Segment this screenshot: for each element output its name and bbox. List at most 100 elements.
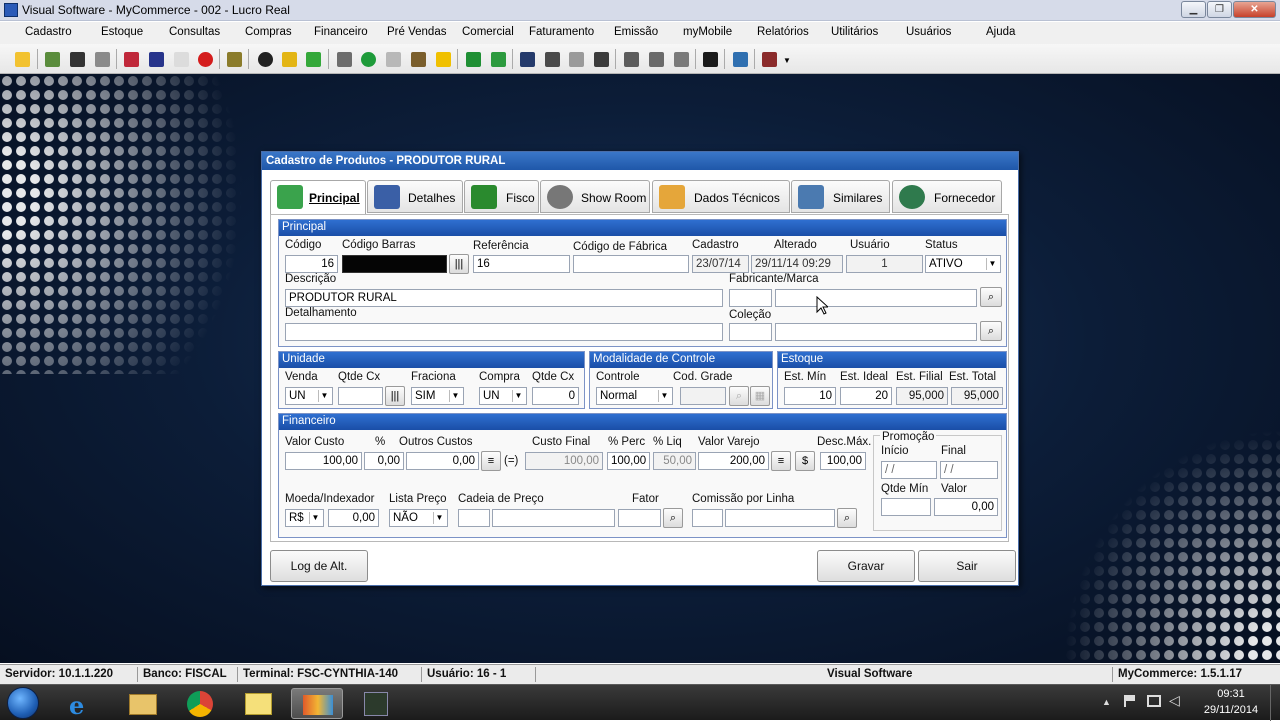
- indexador-field[interactable]: 0,00: [328, 509, 379, 527]
- controle-select[interactable]: Normal ▼: [596, 387, 673, 405]
- status-select[interactable]: ATIVO ▼: [925, 255, 1001, 273]
- network-icon[interactable]: [1147, 695, 1161, 707]
- final-field[interactable]: / /: [940, 461, 998, 479]
- binoculars-icon[interactable]: ⌕: [980, 321, 1002, 341]
- volume-icon[interactable]: ◁: [1169, 692, 1180, 709]
- flag-icon[interactable]: [436, 52, 451, 67]
- menu-faturamento[interactable]: Faturamento: [529, 26, 594, 38]
- show-desktop-button[interactable]: [1270, 685, 1280, 721]
- lightning-icon[interactable]: [282, 52, 297, 67]
- fabricante-name-field[interactable]: [775, 289, 977, 307]
- tab-show-room[interactable]: Show Room: [540, 180, 650, 213]
- barcode-icon[interactable]: |||: [449, 254, 469, 274]
- dollar-button[interactable]: $: [795, 451, 815, 471]
- add-icon[interactable]: [466, 52, 481, 67]
- inicio-field[interactable]: / /: [881, 461, 937, 479]
- report-icon[interactable]: [703, 52, 718, 67]
- stop-icon[interactable]: [198, 52, 213, 67]
- colecao-name-field[interactable]: [775, 323, 977, 341]
- refresh-icon[interactable]: [594, 52, 609, 67]
- detalhamento-field[interactable]: [285, 323, 723, 341]
- printer-icon[interactable]: [649, 52, 664, 67]
- pct-perc-field[interactable]: 100,00: [607, 452, 650, 470]
- menu-emissao[interactable]: Emissão: [614, 26, 658, 38]
- menu-ajuda[interactable]: Ajuda: [986, 26, 1015, 38]
- tag-icon[interactable]: [124, 52, 139, 67]
- est-min-field[interactable]: 10: [784, 387, 836, 405]
- menu-estoque[interactable]: Estoque: [101, 26, 143, 38]
- taskbar-app-recorder[interactable]: [350, 688, 402, 719]
- venda-select[interactable]: UN ▼: [285, 387, 333, 405]
- barcode-icon[interactable]: |||: [385, 386, 405, 406]
- taskbar-app-internet-explorer[interactable]: e: [58, 688, 110, 720]
- tab-principal[interactable]: Principal: [270, 180, 366, 215]
- referencia-field[interactable]: 16: [473, 255, 570, 273]
- qtde-min-field[interactable]: [881, 498, 931, 516]
- colecao-code-field[interactable]: [729, 323, 772, 341]
- menu-pre-vendas[interactable]: Pré Vendas: [387, 26, 446, 38]
- codigo-fabrica-field[interactable]: [573, 255, 689, 273]
- close-button[interactable]: ✕: [1233, 1, 1276, 18]
- menu-cadastro[interactable]: Cadastro: [25, 26, 72, 38]
- menu-comercial[interactable]: Comercial: [462, 26, 514, 38]
- dropdown-arrow-icon[interactable]: ▼: [783, 56, 791, 65]
- moeda-select[interactable]: R$ ▼: [285, 509, 324, 527]
- comissao-code-field[interactable]: [692, 509, 723, 527]
- folder-icon[interactable]: [15, 52, 30, 67]
- tools-icon[interactable]: [762, 52, 777, 67]
- clock-date[interactable]: 29/11/2014: [1199, 704, 1263, 716]
- action-center-icon[interactable]: [1124, 695, 1135, 707]
- tab-similares[interactable]: Similares: [791, 180, 890, 213]
- tab-dados-tecnicos[interactable]: Dados Técnicos: [652, 180, 790, 213]
- money-icon[interactable]: ≡: [481, 451, 501, 471]
- settings-icon[interactable]: [258, 52, 273, 67]
- handshake-icon[interactable]: [520, 52, 535, 67]
- grid-icon[interactable]: ▦: [750, 386, 770, 406]
- taskbar-app-explorer[interactable]: [117, 688, 169, 719]
- maximize-button[interactable]: ❐: [1207, 1, 1232, 18]
- est-ideal-field[interactable]: 20: [840, 387, 892, 405]
- menu-compras[interactable]: Compras: [245, 26, 292, 38]
- cadeia-preco-name-field[interactable]: [492, 509, 615, 527]
- menu-relatorios[interactable]: Relatórios: [757, 26, 809, 38]
- codigo-barras-field[interactable]: [342, 255, 447, 273]
- document-icon[interactable]: [174, 52, 189, 67]
- binoculars-icon[interactable]: ⌕: [663, 508, 683, 528]
- lista-preco-select[interactable]: NÃO ▼: [389, 509, 448, 527]
- pct-field[interactable]: 0,00: [364, 452, 404, 470]
- printer-icon[interactable]: [624, 52, 639, 67]
- descricao-field[interactable]: PRODUTOR RURAL: [285, 289, 723, 307]
- start-button[interactable]: [7, 687, 39, 719]
- map-icon[interactable]: [45, 52, 60, 67]
- taskbar-app-mycommerce[interactable]: [291, 688, 343, 719]
- print-icon[interactable]: [95, 52, 110, 67]
- qtde-cx2-field[interactable]: 0: [532, 387, 579, 405]
- fator-field[interactable]: [618, 509, 661, 527]
- gravar-button[interactable]: Gravar: [817, 550, 915, 582]
- box-icon[interactable]: [227, 52, 242, 67]
- globe-icon[interactable]: [545, 52, 560, 67]
- sair-button[interactable]: Sair: [918, 550, 1016, 582]
- comissao-name-field[interactable]: [725, 509, 835, 527]
- desc-max-field[interactable]: 100,00: [820, 452, 866, 470]
- chart-icon[interactable]: [411, 52, 426, 67]
- tab-fornecedor[interactable]: Fornecedor: [892, 180, 1002, 213]
- money-icon[interactable]: ≡: [771, 451, 791, 471]
- disk-icon[interactable]: [386, 52, 401, 67]
- keyboard-icon[interactable]: [733, 52, 748, 67]
- menu-financeiro[interactable]: Financeiro: [314, 26, 368, 38]
- outros-custos-field[interactable]: 0,00: [406, 452, 479, 470]
- fraciona-select[interactable]: SIM ▼: [411, 387, 464, 405]
- binoculars-icon[interactable]: ⌕: [837, 508, 857, 528]
- taskbar-app-chrome[interactable]: [175, 688, 227, 719]
- play-icon[interactable]: [306, 52, 321, 67]
- money-icon[interactable]: [361, 52, 376, 67]
- printer-icon[interactable]: [674, 52, 689, 67]
- menu-consultas[interactable]: Consultas: [169, 26, 220, 38]
- menu-usuarios[interactable]: Usuários: [906, 26, 951, 38]
- qtde-cx-field[interactable]: [338, 387, 383, 405]
- copy-icon[interactable]: [569, 52, 584, 67]
- minimize-button[interactable]: ▁: [1181, 1, 1206, 18]
- calculator-icon[interactable]: [149, 52, 164, 67]
- user-icon[interactable]: [70, 52, 85, 67]
